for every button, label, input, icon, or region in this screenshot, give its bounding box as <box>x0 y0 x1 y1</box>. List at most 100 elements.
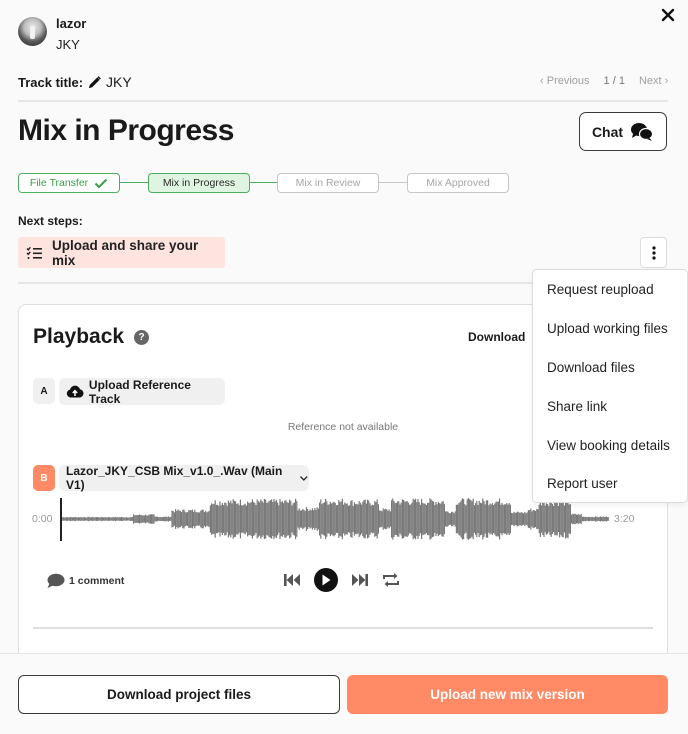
skip-forward-button[interactable] <box>351 573 369 587</box>
waveform-bar <box>73 517 75 521</box>
waveform-bar <box>374 501 376 537</box>
menu-item-upload-working-files[interactable]: Upload working files <box>547 321 668 336</box>
waveform-bar <box>271 499 273 539</box>
step-connector <box>120 182 148 183</box>
edit-title-button[interactable] <box>87 75 102 90</box>
waveform-bar <box>344 502 346 536</box>
waveform-bar <box>597 517 599 521</box>
version-select[interactable]: Lazor_JKY_CSB Mix_v1.0_.Wav (Main V1) <box>59 464 309 492</box>
waveform-bar <box>565 499 567 539</box>
waveform-bar <box>255 504 257 534</box>
waveform-bar <box>157 516 159 522</box>
waveform-bar <box>542 502 544 536</box>
waveform-bar <box>244 503 246 535</box>
next-button[interactable]: Next › <box>639 75 668 87</box>
user-name: lazor <box>56 16 87 31</box>
waveform-bar <box>467 498 469 540</box>
menu-item-request-reupload[interactable]: Request reupload <box>547 282 654 297</box>
waveform-bar <box>307 508 309 530</box>
waveform-bar <box>530 508 532 530</box>
waveform-bar <box>503 504 505 534</box>
waveform-bar <box>598 517 600 521</box>
comments-button[interactable]: 1 comment <box>46 573 124 589</box>
waveform-bar <box>533 510 535 528</box>
download-button[interactable]: Download <box>468 330 525 344</box>
waveform-bar <box>351 500 353 538</box>
waveform-bar <box>403 499 405 539</box>
waveform-bar <box>193 511 195 527</box>
waveform-bar <box>139 514 141 524</box>
waveform-bar <box>539 501 541 537</box>
waveform-bar <box>371 504 373 534</box>
waveform-bar <box>128 517 130 521</box>
waveform-bar <box>116 517 118 521</box>
upload-new-mix-button[interactable]: Upload new mix version <box>347 675 668 714</box>
waveform-bar <box>266 502 268 536</box>
waveform-bar <box>335 505 337 533</box>
waveform-bar <box>514 512 516 526</box>
waveform-bar <box>563 505 565 533</box>
waveform-bar <box>67 517 69 521</box>
waveform-bar <box>509 504 511 534</box>
waveform[interactable] <box>61 496 609 542</box>
menu-item-download-files[interactable]: Download files <box>547 360 635 375</box>
menu-item-share-link[interactable]: Share link <box>547 399 607 414</box>
close-button[interactable] <box>658 5 678 25</box>
waveform-bar <box>196 512 198 526</box>
waveform-bar <box>151 514 153 524</box>
waveform-bar <box>352 505 354 533</box>
waveform-bar <box>538 504 540 534</box>
waveform-bar <box>421 498 423 540</box>
previous-button[interactable]: ‹ Previous <box>540 75 590 87</box>
waveform-bar <box>549 503 551 535</box>
skip-back-button[interactable] <box>283 573 301 587</box>
waveform-bar <box>68 517 70 521</box>
waveform-bar <box>165 516 167 522</box>
waveform-bar <box>331 503 333 535</box>
kebab-icon <box>651 245 656 260</box>
waveform-bar <box>419 504 421 534</box>
waveform-bar <box>472 498 474 540</box>
menu-item-view-booking-details[interactable]: View booking details <box>547 438 670 453</box>
waveform-bar <box>301 510 303 528</box>
waveform-bar <box>190 510 192 528</box>
waveform-bar <box>417 499 419 539</box>
waveform-bar <box>427 502 429 536</box>
waveform-bar <box>109 517 111 521</box>
next-step-item: Upload and share your mix <box>18 237 225 268</box>
waveform-bar <box>423 503 425 535</box>
waveform-bar <box>567 499 569 539</box>
waveform-bar <box>104 517 106 521</box>
waveform-bar <box>173 512 175 526</box>
waveform-bar <box>283 503 285 535</box>
more-options-button[interactable] <box>640 237 667 268</box>
download-project-files-button[interactable]: Download project files <box>18 675 340 714</box>
waveform-bar <box>459 502 461 536</box>
waveform-bar <box>400 502 402 536</box>
waveform-bar <box>362 501 364 537</box>
waveform-bar <box>505 504 507 534</box>
waveform-bar <box>592 517 594 521</box>
play-button[interactable] <box>314 568 338 592</box>
upload-reference-button[interactable]: Upload Reference Track <box>59 377 225 406</box>
waveform-bar <box>241 505 243 533</box>
waveform-bar <box>133 514 135 524</box>
chat-button[interactable]: Chat <box>579 112 667 151</box>
help-icon[interactable]: ? <box>134 329 150 345</box>
waveform-bar <box>129 517 131 521</box>
waveform-bar <box>334 502 336 536</box>
waveform-bar <box>500 504 502 534</box>
waveform-bar <box>340 501 342 537</box>
waveform-bar <box>520 512 522 526</box>
upload-reference-label: Upload Reference Track <box>88 377 191 406</box>
repeat-button[interactable] <box>382 572 400 588</box>
waveform-bar <box>455 504 457 534</box>
waveform-bar <box>259 502 261 536</box>
playhead[interactable] <box>60 498 62 541</box>
menu-item-report-user[interactable]: Report user <box>547 476 618 491</box>
step-label: Mix in Progress <box>162 177 236 189</box>
waveform-bar <box>405 501 407 537</box>
waveform-bar <box>363 499 365 539</box>
waveform-bar <box>143 515 145 523</box>
waveform-bar <box>92 516 94 522</box>
